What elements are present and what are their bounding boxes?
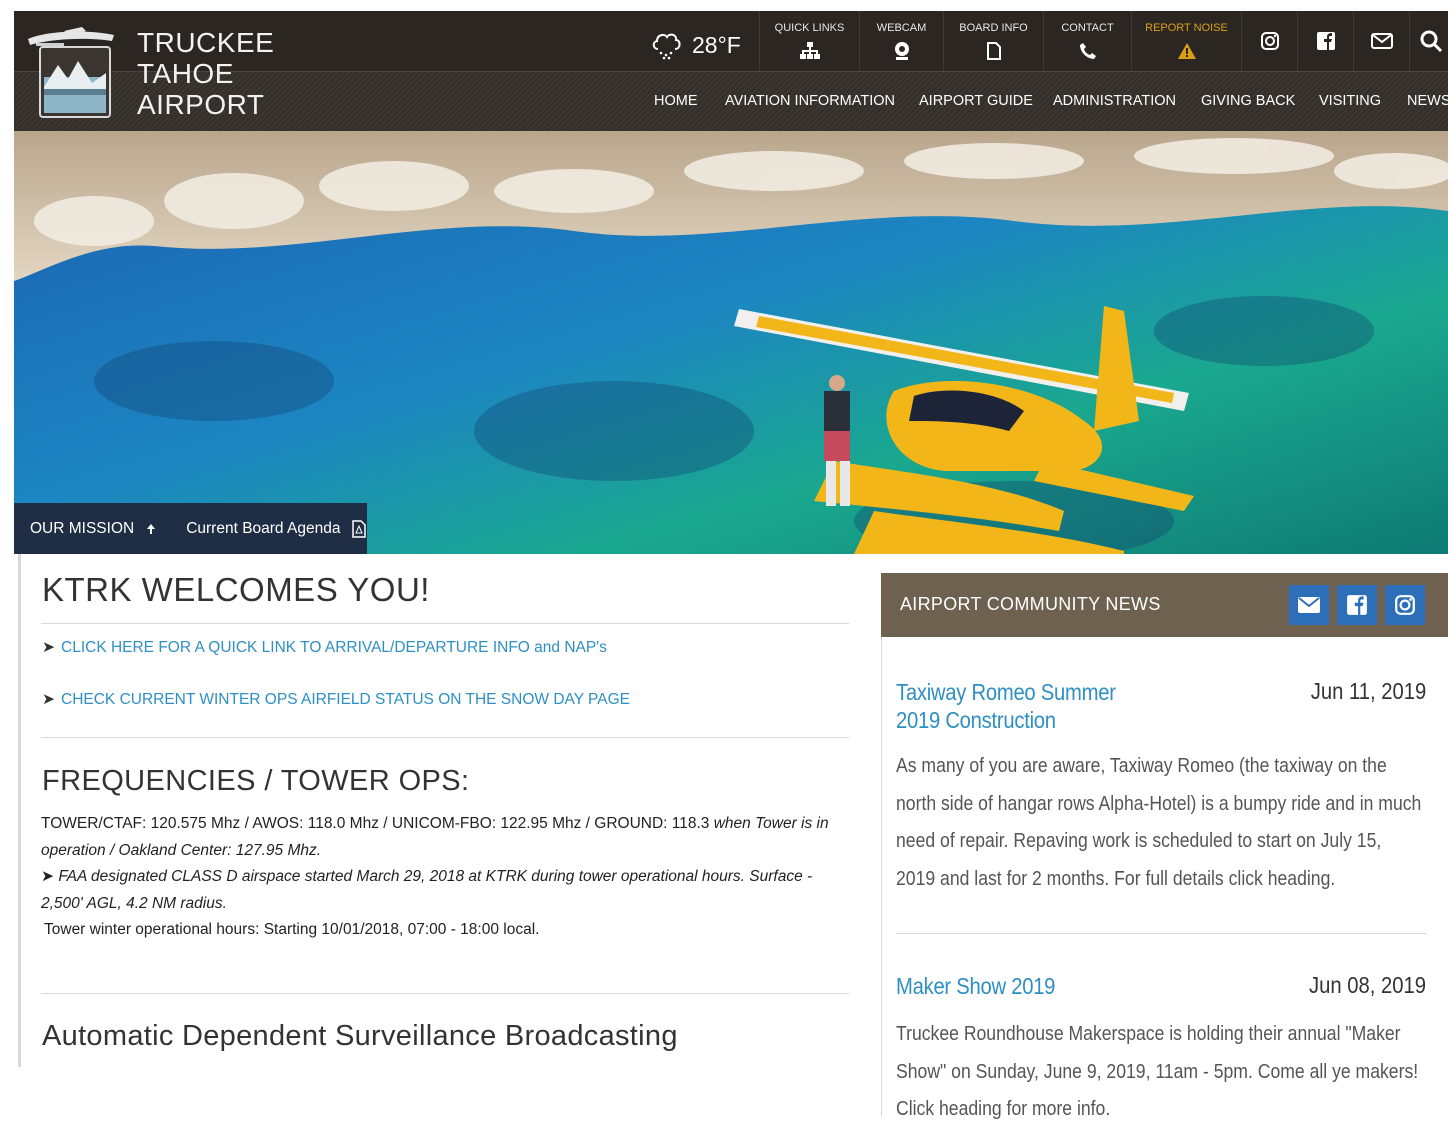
instagram-icon bbox=[1261, 32, 1279, 50]
phone-icon bbox=[1079, 43, 1096, 59]
tower-hours-text: Tower winter operational hours: Starting… bbox=[44, 921, 540, 938]
report-noise-button[interactable]: REPORT NOISE bbox=[1131, 11, 1241, 71]
nav-news[interactable]: NEWS bbox=[1407, 93, 1448, 109]
news-item-date: Jun 08, 2019 bbox=[1308, 972, 1426, 998]
warning-icon bbox=[1177, 43, 1196, 59]
instagram-icon bbox=[1395, 595, 1415, 615]
weather-widget[interactable]: 28°F bbox=[650, 25, 741, 65]
frequencies-text: TOWER/CTAF: 120.575 Mhz / AWOS: 118.0 Mh… bbox=[41, 815, 714, 832]
arrow-up-icon bbox=[147, 523, 156, 534]
contact-label: CONTACT bbox=[1061, 22, 1114, 34]
nav-visiting[interactable]: VISITING bbox=[1319, 93, 1381, 109]
nav-aviation-information[interactable]: AVIATION INFORMATION bbox=[725, 93, 895, 109]
nav-administration[interactable]: ADMINISTRATION bbox=[1053, 93, 1176, 109]
facebook-link[interactable] bbox=[1297, 11, 1354, 71]
quick-links-button[interactable]: QUICK LINKS bbox=[759, 11, 859, 71]
quick-links-label: QUICK LINKS bbox=[774, 22, 845, 34]
hero-seaplane-photo bbox=[14, 131, 1448, 554]
news-header: AIRPORT COMMUNITY NEWS bbox=[881, 573, 1448, 637]
arrow-right-icon: ➤ bbox=[42, 639, 55, 656]
search-button[interactable] bbox=[1409, 11, 1448, 71]
news-item-text: As many of you are aware, Taxiway Romeo … bbox=[896, 755, 1422, 890]
community-news-panel: AIRPORT COMMUNITY NEWS Taxiway Romeo Sum… bbox=[881, 573, 1448, 1120]
hero-link-bar: OUR MISSION Current Board Agenda bbox=[14, 503, 367, 554]
webcam-label: WEBCAM bbox=[876, 22, 927, 34]
mail-icon bbox=[1371, 33, 1393, 49]
adsb-heading: Automatic Dependent Surveillance Broadca… bbox=[42, 1020, 678, 1052]
arrow-right-icon: ➤ bbox=[42, 691, 55, 708]
hero-banner: OUR MISSION Current Board Agenda bbox=[14, 131, 1448, 554]
sitemap-icon bbox=[799, 42, 820, 59]
document-icon bbox=[986, 42, 1001, 60]
news-item-title[interactable]: Taxiway Romeo Summer 2019 Construction bbox=[896, 678, 1160, 734]
news-item-text: Truckee Roundhouse Makerspace is holding… bbox=[896, 1023, 1419, 1120]
divider bbox=[41, 737, 849, 738]
nav-giving-back[interactable]: GIVING BACK bbox=[1201, 93, 1295, 109]
main-content: KTRK WELCOMES YOU! ➤ CLICK HERE FOR A QUI… bbox=[18, 554, 849, 1067]
email-link[interactable] bbox=[1353, 11, 1410, 71]
arrival-departure-link-text[interactable]: CLICK HERE FOR A QUICK LINK TO ARRIVAL/D… bbox=[61, 639, 607, 656]
webcam-icon bbox=[894, 42, 909, 60]
temperature: 28°F bbox=[692, 31, 741, 58]
logo-line-1: TRUCKEE bbox=[137, 27, 275, 58]
mail-icon bbox=[1298, 597, 1320, 613]
news-instagram-button[interactable] bbox=[1385, 585, 1425, 625]
frequencies-body: TOWER/CTAF: 120.575 Mhz / AWOS: 118.0 Mh… bbox=[41, 811, 831, 944]
news-border bbox=[881, 637, 882, 1117]
snow-day-link-text[interactable]: CHECK CURRENT WINTER OPS AIRFIELD STATUS… bbox=[61, 691, 630, 708]
main-nav: HOME AVIATION INFORMATION AIRPORT GUIDE … bbox=[14, 72, 1448, 131]
arrival-departure-link[interactable]: ➤ CLICK HERE FOR A QUICK LINK TO ARRIVAL/… bbox=[42, 638, 607, 657]
instagram-link[interactable] bbox=[1241, 11, 1298, 71]
current-board-agenda-link[interactable]: Current Board Agenda bbox=[186, 520, 340, 538]
board-info-label: BOARD INFO bbox=[959, 22, 1028, 34]
welcome-heading: KTRK WELCOMES YOU! bbox=[42, 571, 430, 608]
report-noise-label: REPORT NOISE bbox=[1145, 22, 1228, 34]
news-divider bbox=[896, 933, 1426, 934]
pdf-icon bbox=[352, 519, 367, 538]
nav-home[interactable]: HOME bbox=[654, 93, 698, 109]
board-info-button[interactable]: BOARD INFO bbox=[943, 11, 1043, 71]
site-header: TRUCKEE TAHOE AIRPORT 28°F QUICK LINKS W… bbox=[14, 11, 1448, 131]
arrow-right-icon: ➤ bbox=[41, 868, 54, 885]
divider bbox=[41, 993, 849, 994]
news-facebook-button[interactable] bbox=[1337, 585, 1377, 625]
news-item-title[interactable]: Maker Show 2019 bbox=[896, 972, 1160, 1000]
nav-airport-guide[interactable]: AIRPORT GUIDE bbox=[919, 93, 1033, 109]
facebook-icon bbox=[1317, 32, 1335, 50]
class-d-airspace-text: FAA designated CLASS D airspace started … bbox=[41, 868, 813, 912]
search-icon bbox=[1420, 30, 1442, 52]
snow-day-link[interactable]: ➤ CHECK CURRENT WINTER OPS AIRFIELD STATU… bbox=[42, 690, 630, 709]
contact-button[interactable]: CONTACT bbox=[1043, 11, 1131, 71]
our-mission-link[interactable]: OUR MISSION bbox=[30, 520, 134, 538]
frequencies-heading: FREQUENCIES / TOWER OPS: bbox=[42, 765, 470, 797]
divider bbox=[41, 623, 849, 624]
facebook-icon bbox=[1347, 595, 1367, 615]
news-email-button[interactable] bbox=[1289, 585, 1329, 625]
news-item-date: Jun 11, 2019 bbox=[1310, 678, 1426, 704]
cloud-snow-icon bbox=[652, 33, 681, 60]
news-title: AIRPORT COMMUNITY NEWS bbox=[900, 594, 1161, 614]
webcam-button[interactable]: WEBCAM bbox=[859, 11, 943, 71]
